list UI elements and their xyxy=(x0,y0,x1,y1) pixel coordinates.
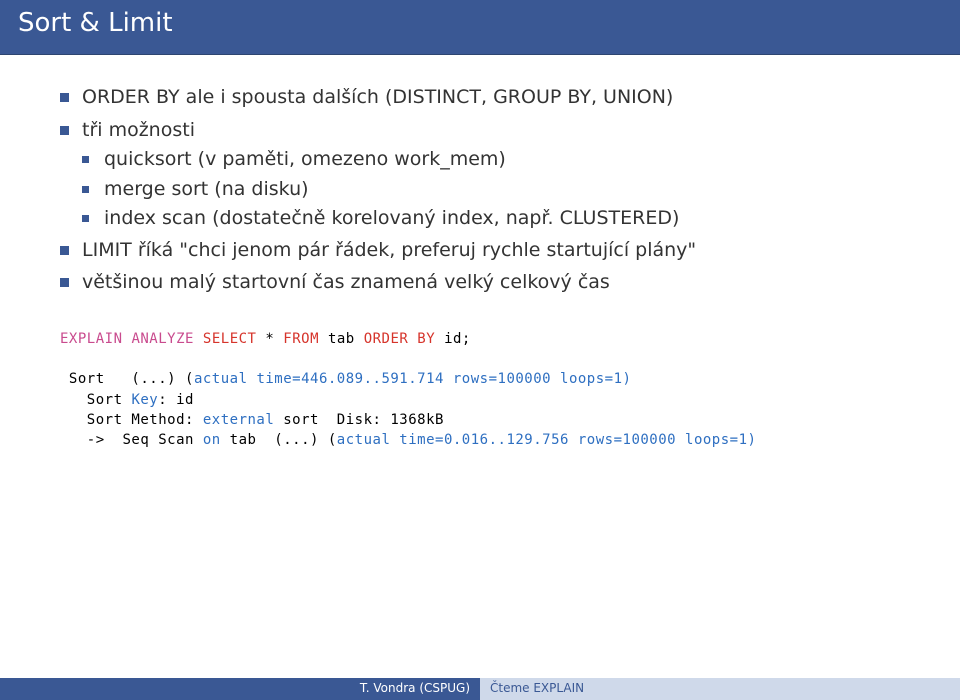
sublist: quicksort (v paměti, omezeno work_mem) m… xyxy=(82,146,900,232)
plan-text: Sort xyxy=(60,392,131,408)
plan-text: -> Seq Scan xyxy=(60,432,203,448)
plan-keyword: on xyxy=(203,432,221,448)
sql-keyword: ANALYZE xyxy=(131,331,194,347)
list-item-text: tři možnosti xyxy=(82,119,195,141)
sql-keyword: ORDER BY xyxy=(364,331,435,347)
plan-keyword: external xyxy=(203,412,274,428)
plan-text: time=446.089..591.714 rows=100000 loops=… xyxy=(248,371,632,387)
sql-token: tab xyxy=(328,331,355,347)
plan-text: Sort (...) ( xyxy=(60,371,194,387)
sql-token: id; xyxy=(444,331,471,347)
bullet-list: ORDER BY ale i spousta dalších (DISTINCT… xyxy=(60,83,900,297)
sql-keyword: FROM xyxy=(283,331,319,347)
plan-keyword: actual xyxy=(337,432,391,448)
sublist-item: quicksort (v paměti, omezeno work_mem) xyxy=(82,146,900,173)
slide-header: Sort & Limit xyxy=(0,0,960,55)
footer-right: Čteme EXPLAIN xyxy=(480,678,960,700)
footer-left: T. Vondra (CSPUG) xyxy=(0,678,480,700)
list-item: LIMIT říká "chci jenom pár řádek, prefer… xyxy=(60,236,900,265)
sql-keyword: SELECT xyxy=(203,331,257,347)
plan-text: sort Disk: 1368kB xyxy=(274,412,444,428)
plan-text: Sort Method: xyxy=(60,412,203,428)
plan-keyword: actual xyxy=(194,371,248,387)
sublist-item: index scan (dostatečně korelovaný index,… xyxy=(82,205,900,232)
sql-keyword: EXPLAIN xyxy=(60,331,123,347)
list-item: tři možnosti quicksort (v paměti, omezen… xyxy=(60,116,900,232)
plan-text: tab (...) ( xyxy=(221,432,337,448)
list-item: ORDER BY ale i spousta dalších (DISTINCT… xyxy=(60,83,900,112)
plan-keyword: Key xyxy=(131,392,158,408)
list-item: většinou malý startovní čas znamená velk… xyxy=(60,268,900,297)
footer: T. Vondra (CSPUG) Čteme EXPLAIN xyxy=(0,678,960,700)
sublist-item: merge sort (na disku) xyxy=(82,176,900,203)
plan-text: : id xyxy=(158,392,194,408)
code-block: EXPLAIN ANALYZE SELECT * FROM tab ORDER … xyxy=(60,329,900,451)
slide-title: Sort & Limit xyxy=(18,8,173,38)
slide-content: ORDER BY ale i spousta dalších (DISTINCT… xyxy=(0,55,960,461)
plan-text: time=0.016..129.756 rows=100000 loops=1) xyxy=(390,432,756,448)
sql-token: * xyxy=(265,331,274,347)
